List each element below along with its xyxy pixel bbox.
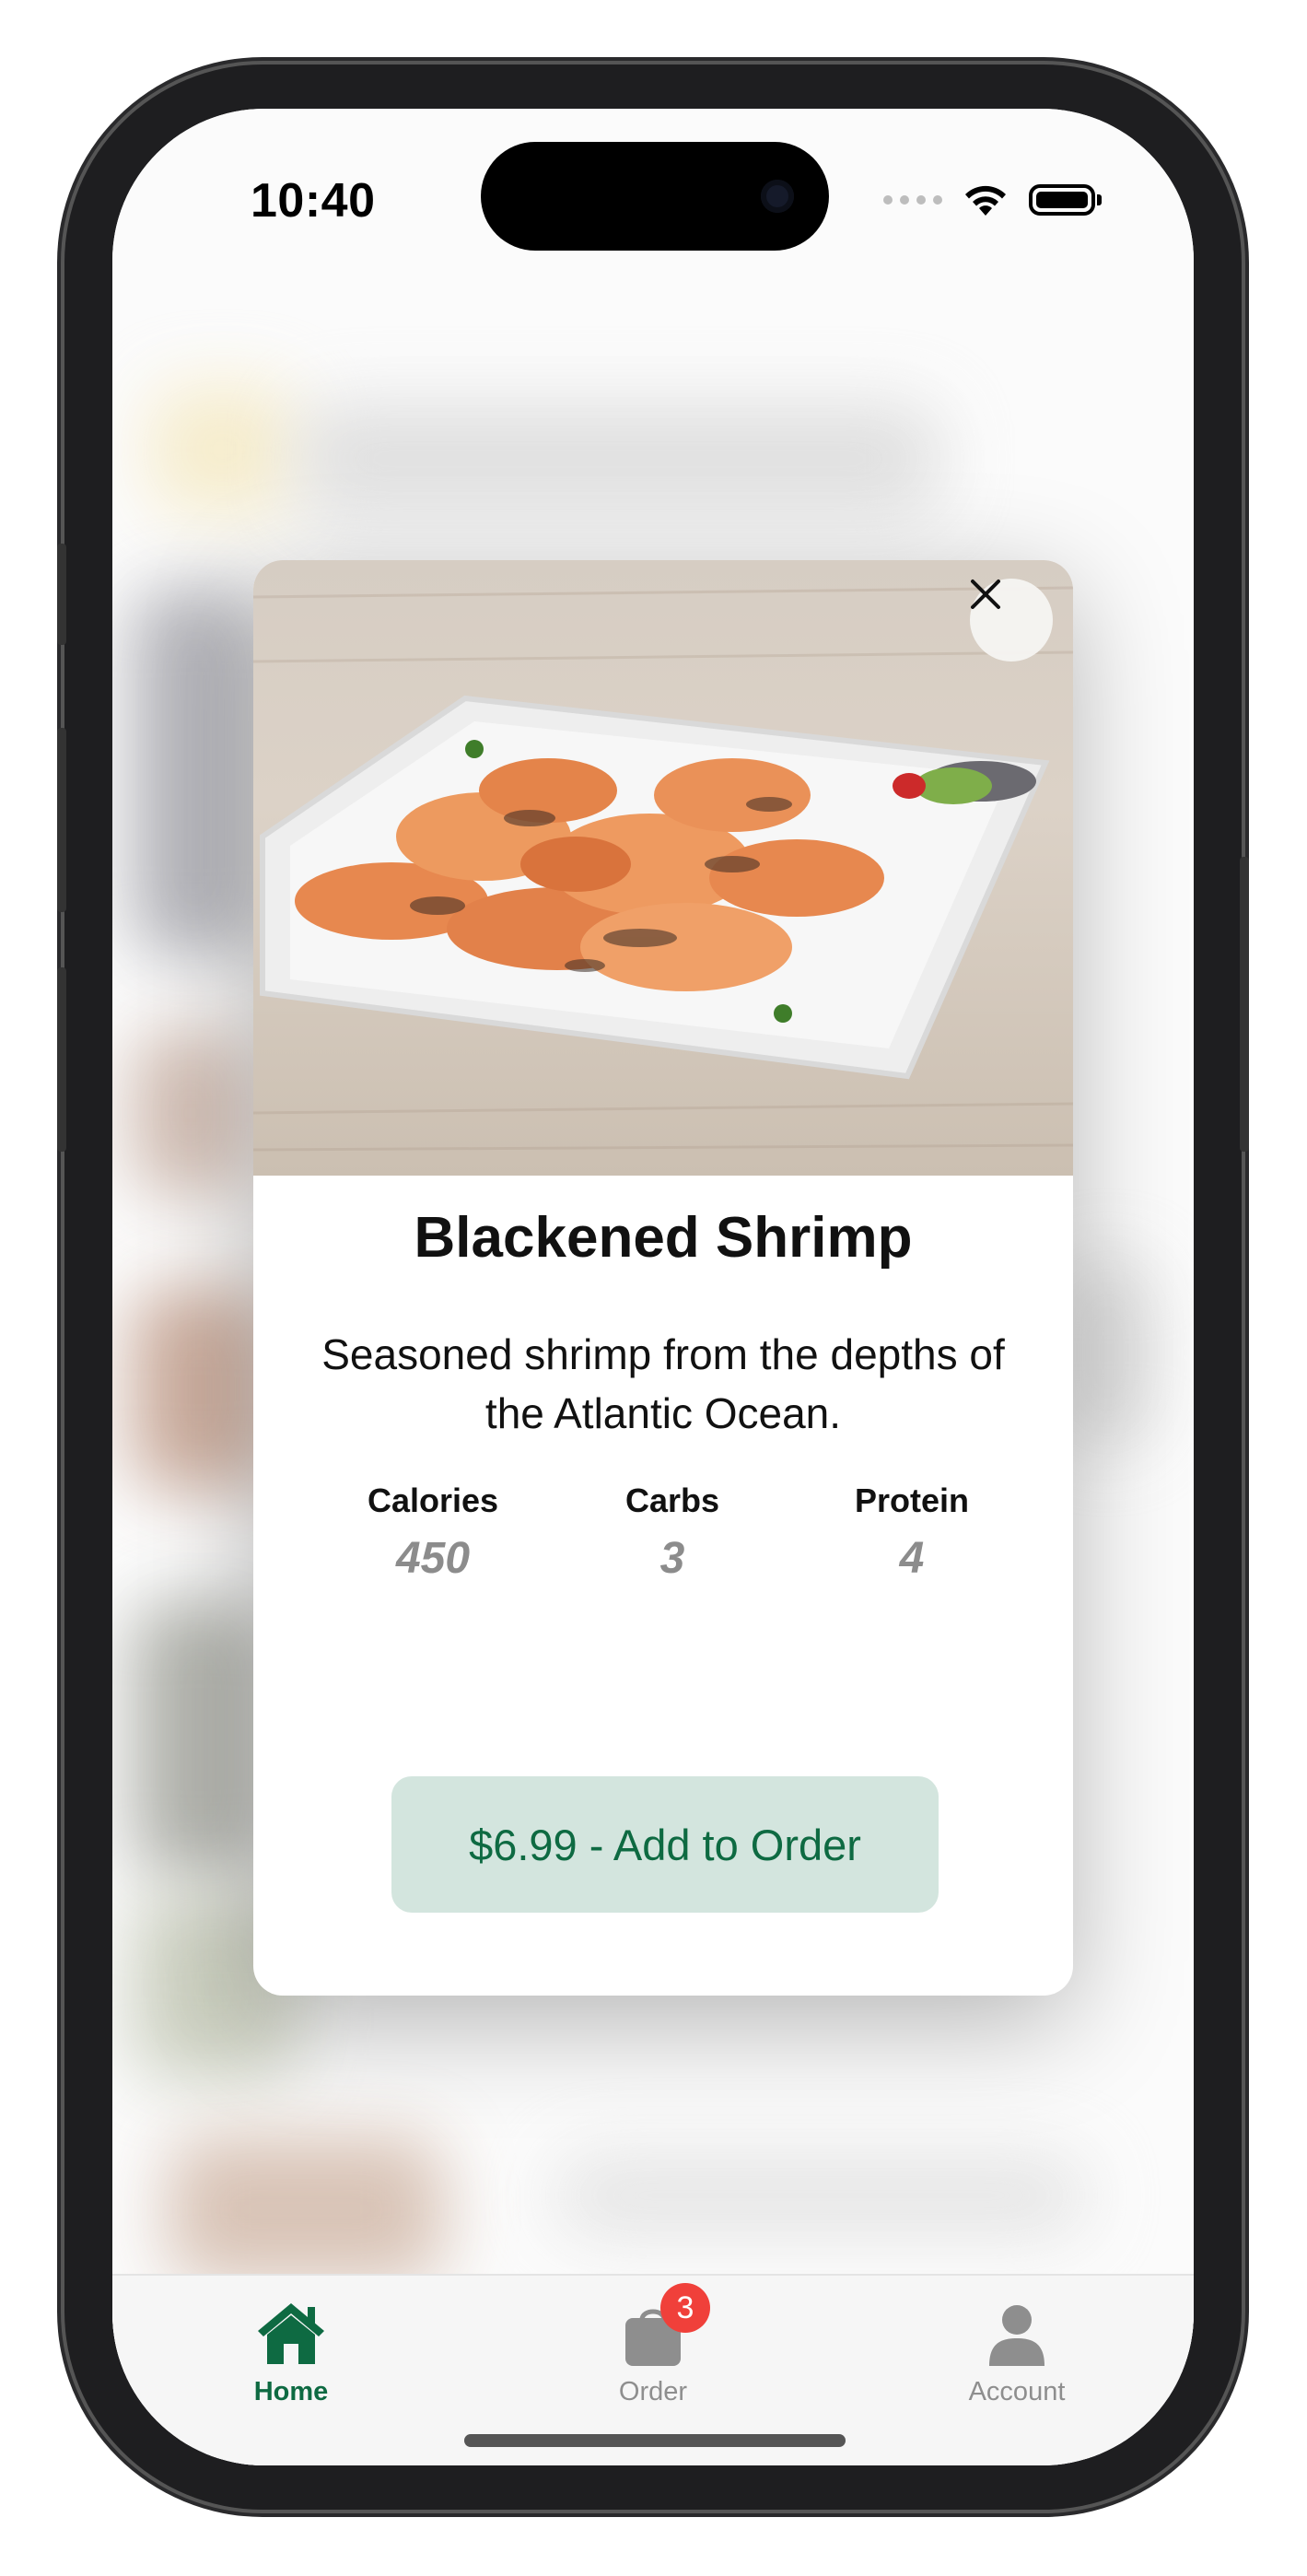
power-button [1240, 857, 1249, 1152]
phone-screen: 10:40 Blackened Shrimp Seasoned shrimp f… [112, 109, 1194, 2465]
nutrition-label: Carbs [624, 1481, 720, 1519]
item-title: Blackened Shrimp [414, 1206, 913, 1270]
home-indicator [464, 2434, 846, 2447]
tab-account-label: Account [968, 2377, 1066, 2406]
tab-order-label: Order [618, 2377, 688, 2406]
action-button [57, 544, 66, 645]
tab-account[interactable]: Account [925, 2292, 1109, 2407]
wifi-icon [965, 185, 1006, 216]
volume-up-button [57, 728, 66, 912]
house-icon [258, 2303, 324, 2364]
status-icons [883, 182, 1102, 217]
close-button[interactable] [970, 579, 1053, 662]
tab-home-label: Home [253, 2377, 329, 2406]
person-icon [989, 2305, 1044, 2366]
nutrition-facts: Calories 450 Carbs 3 Protein 4 [332, 1481, 1013, 1584]
dynamic-island [481, 142, 829, 251]
close-icon [971, 580, 1000, 609]
shrimp-photo [253, 560, 1073, 1176]
nutrition-value: 3 [659, 1534, 685, 1583]
nutrition-protein: Protein 4 [811, 1481, 1013, 1584]
tab-order[interactable]: 3 Order [561, 2283, 745, 2407]
cellular-signal-icon [883, 195, 942, 205]
nutrition-value: 450 [395, 1534, 471, 1583]
order-count-badge: 3 [660, 2283, 710, 2333]
add-to-order-button[interactable]: $6.99 - Add to Order [391, 1776, 939, 1913]
item-description: Seasoned shrimp from the depths of the A… [321, 1330, 1005, 1437]
nutrition-calories: Calories 450 [332, 1481, 534, 1584]
nutrition-label: Protein [854, 1481, 969, 1519]
tab-home[interactable]: Home [199, 2292, 383, 2407]
nutrition-value: 4 [899, 1534, 925, 1583]
item-detail-modal: Blackened Shrimp Seasoned shrimp from th… [253, 560, 1073, 1996]
volume-down-button [57, 967, 66, 1152]
battery-icon [1029, 184, 1095, 216]
nutrition-carbs: Carbs 3 [571, 1481, 774, 1584]
nutrition-label: Calories [367, 1481, 499, 1519]
status-time: 10:40 [251, 174, 376, 228]
